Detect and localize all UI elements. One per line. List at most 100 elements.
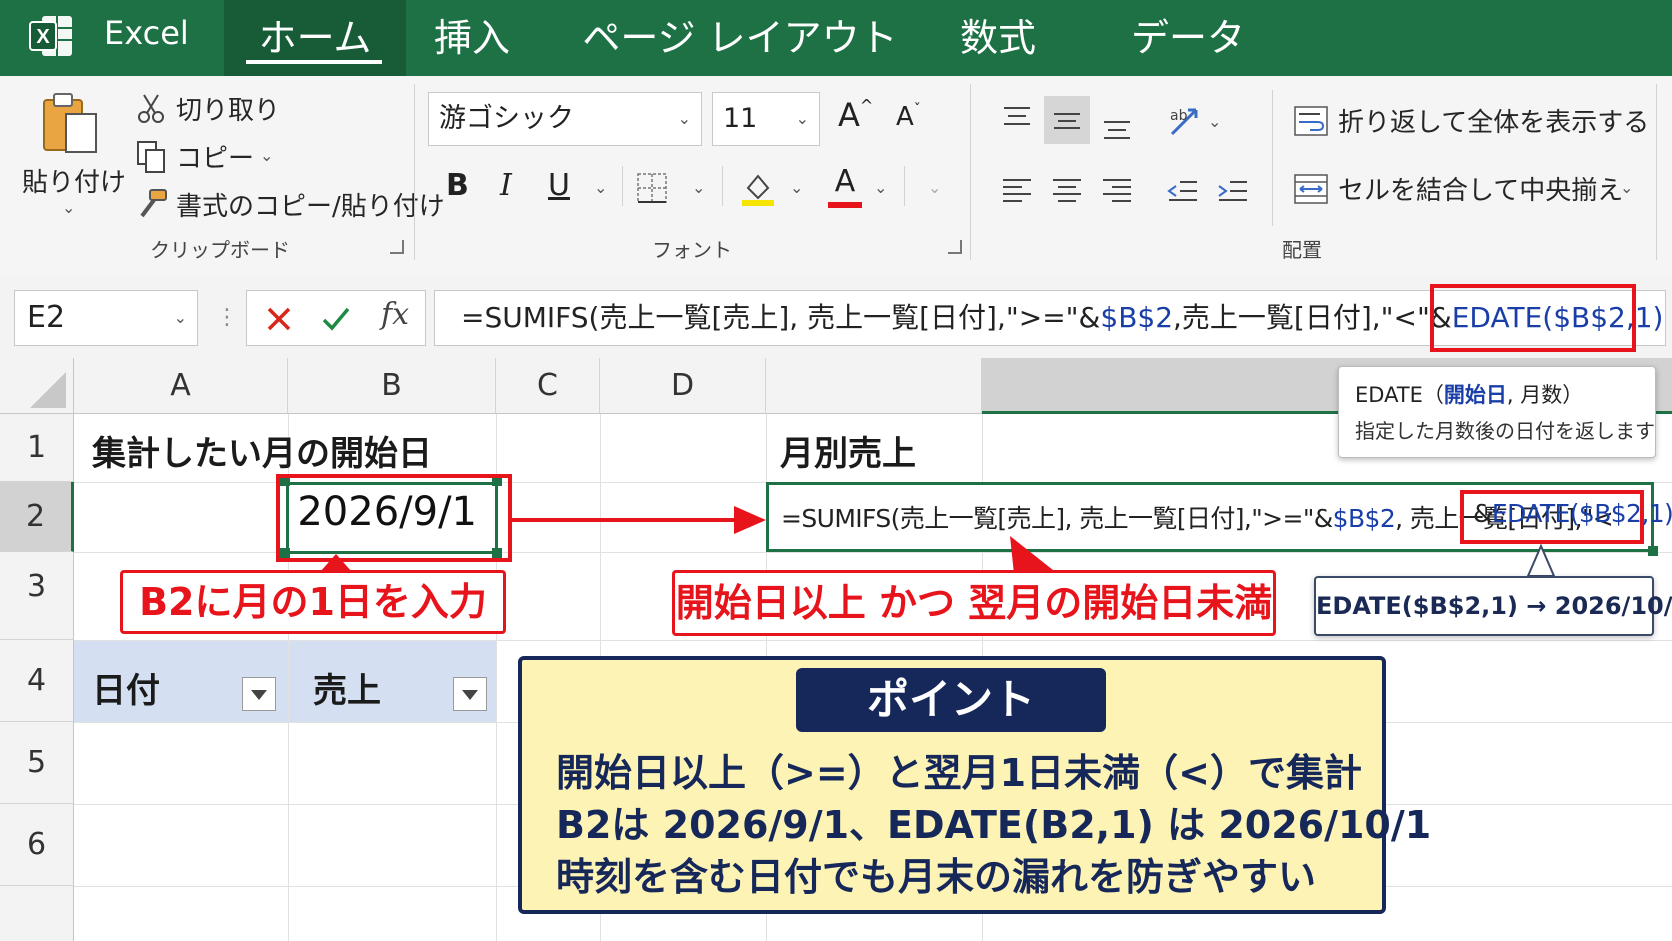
column-header-c[interactable]: C [496, 358, 600, 414]
align-top-icon[interactable] [1000, 102, 1034, 136]
chevron-down-icon[interactable]: ⌄ [260, 146, 273, 165]
dialog-launcher-icon[interactable] [390, 240, 404, 254]
bold-button[interactable]: B [446, 168, 469, 203]
row-header-2[interactable]: 2 [0, 482, 74, 552]
align-bottom-icon[interactable] [1100, 110, 1134, 144]
callout-pointer [1526, 544, 1556, 576]
align-middle-icon [1054, 113, 1080, 129]
chevron-down-icon[interactable]: ⌄ [1620, 178, 1633, 197]
tab-insert[interactable]: 挿入 [422, 8, 522, 68]
filter-arrow-icon [251, 690, 267, 700]
clipboard-group-label: クリップボード [150, 238, 290, 262]
borders-icon[interactable] [636, 172, 668, 204]
font-name-dropdown[interactable]: 游ゴシック ⌄ [428, 92, 702, 146]
font-size-dropdown[interactable]: 11 ⌄ [712, 92, 820, 146]
row-header-3[interactable]: 3 [0, 552, 74, 640]
merge-center-button[interactable]: セルを結合して中央揃え ⌄ [1294, 170, 1634, 210]
cell-e1[interactable]: 月別売上 [780, 426, 916, 475]
alignment-group-label: 配置 [1282, 238, 1322, 262]
name-box-value: E2 [27, 300, 66, 335]
chevron-down-icon: ⌄ [795, 109, 809, 128]
orientation-icon[interactable]: ab [1166, 100, 1206, 140]
name-box[interactable]: E2 ⌄ [14, 290, 198, 346]
italic-button[interactable]: I [500, 168, 512, 203]
row-header-7[interactable] [0, 886, 74, 941]
tab-home[interactable]: ホーム [224, 8, 406, 68]
table-header-sales-cell[interactable]: 売上 [289, 641, 496, 722]
svg-text:ab: ab [1170, 108, 1188, 124]
row-header-5[interactable]: 5 [0, 722, 74, 804]
paste-button[interactable]: 貼り付け ⌄ [22, 90, 126, 220]
font-color-glyph: A [834, 164, 856, 199]
insert-function-icon[interactable]: fx [381, 297, 409, 332]
shrink-font-button[interactable]: Aˇ [896, 102, 921, 132]
tab-data[interactable]: データ [1118, 8, 1258, 68]
column-header-blank[interactable] [766, 358, 982, 414]
b2-highlight-box [276, 474, 512, 562]
formula-buttons: fx [246, 290, 426, 346]
chevron-down-icon[interactable]: ⌄ [790, 178, 803, 197]
wrap-text-label: 折り返して全体を表示する [1338, 108, 1650, 138]
font-name-value: 游ゴシック [439, 103, 574, 134]
cancel-icon[interactable] [265, 305, 293, 333]
table-header-date-cell[interactable]: 日付 [74, 641, 288, 722]
ribbon-separator [622, 166, 623, 206]
enter-check-icon[interactable] [321, 305, 351, 333]
cell-a1[interactable]: 集計したい月の開始日 [92, 426, 432, 475]
copy-label: コピー [176, 144, 255, 174]
point-line-1: 開始日以上（>=）と翌月1日未満（<）で集計 [556, 751, 1362, 795]
condition-note-callout: 開始日以上 かつ 翌月の開始日未満 [672, 570, 1276, 636]
tooltip-arg2: 月数 [1520, 383, 1563, 407]
filter-dropdown-button[interactable] [453, 677, 487, 711]
align-center-icon[interactable] [1050, 174, 1084, 208]
chevron-down-icon[interactable]: ⌄ [594, 178, 607, 197]
caret-up-icon: ^ [859, 96, 874, 115]
merge-center-label: セルを結合して中央揃え [1338, 176, 1624, 206]
dialog-launcher-icon[interactable] [948, 240, 962, 254]
formula-ref: $B$2 [1100, 301, 1174, 334]
function-tooltip: EDATE（開始日, 月数） 指定した月数後の日付を返します [1338, 366, 1656, 458]
tab-page-layout[interactable]: ページ レイアウト [580, 8, 900, 68]
fill-handle[interactable] [1648, 546, 1658, 556]
paste-label: 貼り付け [22, 168, 127, 198]
ribbon-separator [904, 166, 905, 206]
select-all-button[interactable] [0, 358, 74, 414]
row-header-6[interactable]: 6 [0, 804, 74, 886]
row-header-1[interactable]: 1 [0, 414, 74, 482]
column-header-b[interactable]: B [288, 358, 496, 414]
font-color-swatch [828, 202, 862, 208]
font-color-button[interactable]: A [828, 164, 862, 199]
caret-down-icon: ˇ [913, 102, 921, 118]
edate-result-callout: EDATE($B$2,1) → 2026/10/1 [1314, 576, 1672, 636]
fill-color-icon[interactable] [740, 168, 776, 208]
column-header-a[interactable]: A [74, 358, 288, 414]
align-left-icon[interactable] [1000, 174, 1034, 208]
svg-text:X: X [36, 26, 50, 48]
tab-home-indicator [246, 60, 382, 64]
cut-label: 切り取り [176, 96, 281, 126]
tab-formulas[interactable]: 数式 [948, 8, 1048, 68]
tooltip-arg1: 開始日 [1443, 383, 1507, 407]
column-header-d[interactable]: D [600, 358, 766, 414]
chevron-down-icon[interactable]: ⌄ [692, 178, 705, 197]
filter-dropdown-button[interactable] [242, 677, 276, 711]
e2-edate-highlight-box [1460, 490, 1644, 544]
e2-formula-prefix: =SUMIFS(売上一覧[売上], 売上一覧[日付],">="& [781, 504, 1333, 533]
decrease-indent-icon[interactable] [1166, 174, 1200, 208]
tooltip-func: EDATE [1355, 383, 1423, 407]
increase-indent-icon[interactable] [1216, 174, 1250, 208]
ribbon-separator [1656, 84, 1657, 260]
tooltip-signature: EDATE（開始日, 月数） [1355, 383, 1584, 407]
row-header-4[interactable]: 4 [0, 640, 74, 722]
grow-font-button[interactable]: A^ [838, 96, 873, 134]
align-right-icon[interactable] [1100, 174, 1134, 208]
filter-arrow-icon [462, 690, 478, 700]
align-middle-button[interactable] [1044, 96, 1090, 144]
underline-button[interactable]: U [548, 168, 570, 203]
chevron-down-icon[interactable]: ⌄ [1208, 112, 1221, 131]
more-options-icon[interactable]: ⋮ [216, 300, 238, 336]
chevron-down-icon[interactable]: ⌄ [928, 178, 941, 197]
copy-button[interactable]: コピー ⌄ [136, 138, 286, 178]
app-name: Excel [104, 14, 189, 52]
chevron-down-icon[interactable]: ⌄ [874, 178, 887, 197]
